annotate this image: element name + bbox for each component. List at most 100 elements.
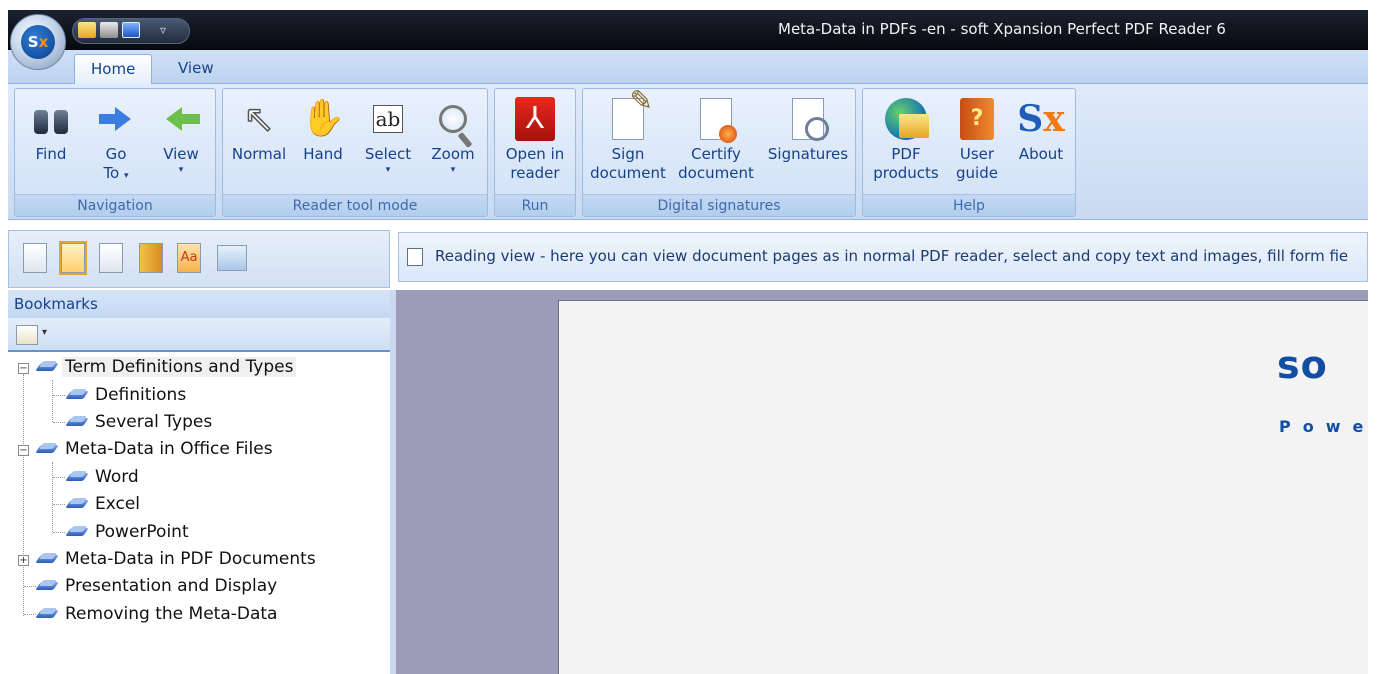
bookmark-icon	[36, 551, 58, 567]
bookmark-icon	[36, 359, 58, 375]
bookmarks-header: Bookmarks	[8, 290, 390, 318]
bookmark-item[interactable]: PowerPoint	[66, 519, 192, 545]
bookmarks-toolbar: ▾	[8, 318, 390, 352]
ribbon-tab-strip: Home View	[8, 50, 1368, 85]
text-select-icon: ab	[372, 105, 404, 133]
bookmark-icon	[66, 524, 88, 540]
info-icon[interactable]	[122, 22, 140, 38]
navigation-group-label: Navigation	[15, 194, 215, 216]
chevron-down-icon: ▾	[124, 171, 129, 181]
normal-tool-button[interactable]: ↖ Normal	[227, 95, 291, 164]
select-tool-button[interactable]: ab Select ▾	[357, 95, 419, 176]
certificate-ribbon-icon	[700, 98, 737, 143]
bookmark-icon	[36, 441, 58, 457]
chevron-down-icon: ▾	[450, 165, 456, 175]
bookmark-item[interactable]: Meta-Data in Office Files	[36, 436, 276, 462]
tab-home[interactable]: Home	[74, 54, 153, 85]
page-brand-text: so	[1277, 343, 1328, 387]
sign-document-button[interactable]: Sign document	[587, 91, 669, 183]
magnifier-icon	[439, 105, 467, 133]
bookmark-item[interactable]: Word	[66, 464, 142, 490]
run-group-label: Run	[495, 194, 575, 216]
bookmark-icon	[66, 496, 88, 512]
binoculars-icon	[34, 104, 68, 134]
document-icon	[407, 248, 423, 266]
signature-search-icon	[792, 98, 829, 141]
find-button[interactable]: Find	[23, 95, 79, 164]
sx-logo-icon: Sx	[21, 25, 55, 59]
help-group: PDF products ? User guide Sx About Help	[862, 88, 1076, 217]
bookmark-item[interactable]: Several Types	[66, 409, 215, 435]
tree-line	[24, 614, 36, 615]
bookmark-icon	[66, 414, 88, 430]
bookmark-item[interactable]: Meta-Data in PDF Documents	[36, 546, 319, 572]
reading-view-icon[interactable]	[59, 241, 87, 275]
bookmark-options-icon[interactable]	[16, 325, 38, 345]
hand-icon: ✋	[300, 98, 346, 139]
tree-expander[interactable]: −	[18, 445, 29, 456]
about-button[interactable]: Sx About	[1011, 95, 1071, 164]
bookmark-icon	[36, 606, 58, 622]
zoom-tool-button[interactable]: Zoom ▾	[423, 95, 483, 176]
ribbon: Find Go To ▾ View ▾ Navigation ↖ Normal …	[8, 84, 1368, 220]
reader-tool-mode-group-label: Reader tool mode	[223, 194, 487, 216]
bookmarks-tree: − Term Definitions and Types Definitions…	[8, 354, 390, 674]
user-guide-button[interactable]: ? User guide	[947, 95, 1007, 183]
tree-line	[53, 532, 65, 533]
bookmark-icon	[66, 469, 88, 485]
bookmark-icon	[36, 578, 58, 594]
pdf-products-button[interactable]: PDF products	[867, 95, 945, 183]
bookmark-item[interactable]: Excel	[66, 491, 143, 517]
tree-line	[52, 380, 53, 422]
arrow-right-icon	[99, 107, 131, 131]
arrow-left-icon	[166, 107, 200, 131]
bookmark-item[interactable]: Term Definitions and Types	[36, 354, 297, 380]
view-button[interactable]: View ▾	[151, 95, 211, 176]
scroll-view-icon[interactable]	[139, 243, 163, 273]
help-group-label: Help	[863, 194, 1075, 216]
bookmark-icon	[66, 387, 88, 403]
bookmark-item[interactable]: Definitions	[66, 382, 189, 408]
tree-line	[23, 374, 24, 616]
tree-line	[52, 462, 53, 532]
text-view-icon[interactable]: Aa	[177, 243, 201, 273]
info-bar-text: Reading view - here you can view documen…	[435, 247, 1349, 265]
quick-access-icons: ▿	[78, 22, 166, 38]
window-title: Meta-Data in PDFs -en - soft Xpansion Pe…	[778, 20, 1226, 38]
signatures-button[interactable]: Signatures	[763, 95, 853, 164]
tree-line	[53, 477, 65, 478]
tree-line	[53, 395, 65, 396]
print-icon[interactable]	[100, 22, 118, 38]
acrobat-pdf-icon: ⅄	[515, 97, 555, 141]
digital-signatures-group-label: Digital signatures	[583, 194, 855, 216]
tree-line	[24, 586, 36, 587]
open-in-reader-button[interactable]: ⅄ Open in reader	[499, 95, 571, 183]
tree-expander[interactable]: +	[18, 555, 29, 566]
tree-line	[53, 504, 65, 505]
tree-expander[interactable]: −	[18, 363, 29, 374]
globe-folder-icon	[885, 98, 929, 140]
help-book-icon: ?	[960, 98, 994, 140]
chevron-down-icon[interactable]: ▾	[42, 327, 47, 338]
chevron-down-icon: ▾	[178, 165, 184, 175]
certify-document-button[interactable]: Certify document	[673, 95, 759, 183]
bookmark-item[interactable]: Presentation and Display	[36, 573, 280, 599]
copy-view-icon[interactable]	[99, 243, 123, 273]
go-to-button[interactable]: Go To ▾	[87, 95, 145, 186]
open-folder-icon[interactable]	[78, 22, 96, 38]
hand-tool-button[interactable]: ✋ Hand	[295, 95, 351, 164]
pdf-page[interactable]: so Powe	[558, 300, 1368, 674]
page-view-icon[interactable]	[23, 243, 47, 273]
chevron-down-icon: ▾	[385, 165, 391, 175]
sign-pen-icon	[612, 91, 653, 140]
run-group: ⅄ Open in reader Run	[494, 88, 576, 217]
bookmark-item[interactable]: Removing the Meta-Data	[36, 601, 280, 627]
view-mode-toolbar: Aa	[8, 230, 390, 288]
tab-view[interactable]: View	[162, 54, 230, 85]
image-view-icon[interactable]	[217, 245, 247, 271]
document-viewport[interactable]: so Powe	[396, 290, 1368, 674]
application-menu-button[interactable]: Sx	[10, 14, 66, 70]
cursor-icon: ↖	[242, 97, 275, 141]
customize-toolbar-icon[interactable]: ▿	[160, 23, 166, 37]
navigation-group: Find Go To ▾ View ▾ Navigation	[14, 88, 216, 217]
